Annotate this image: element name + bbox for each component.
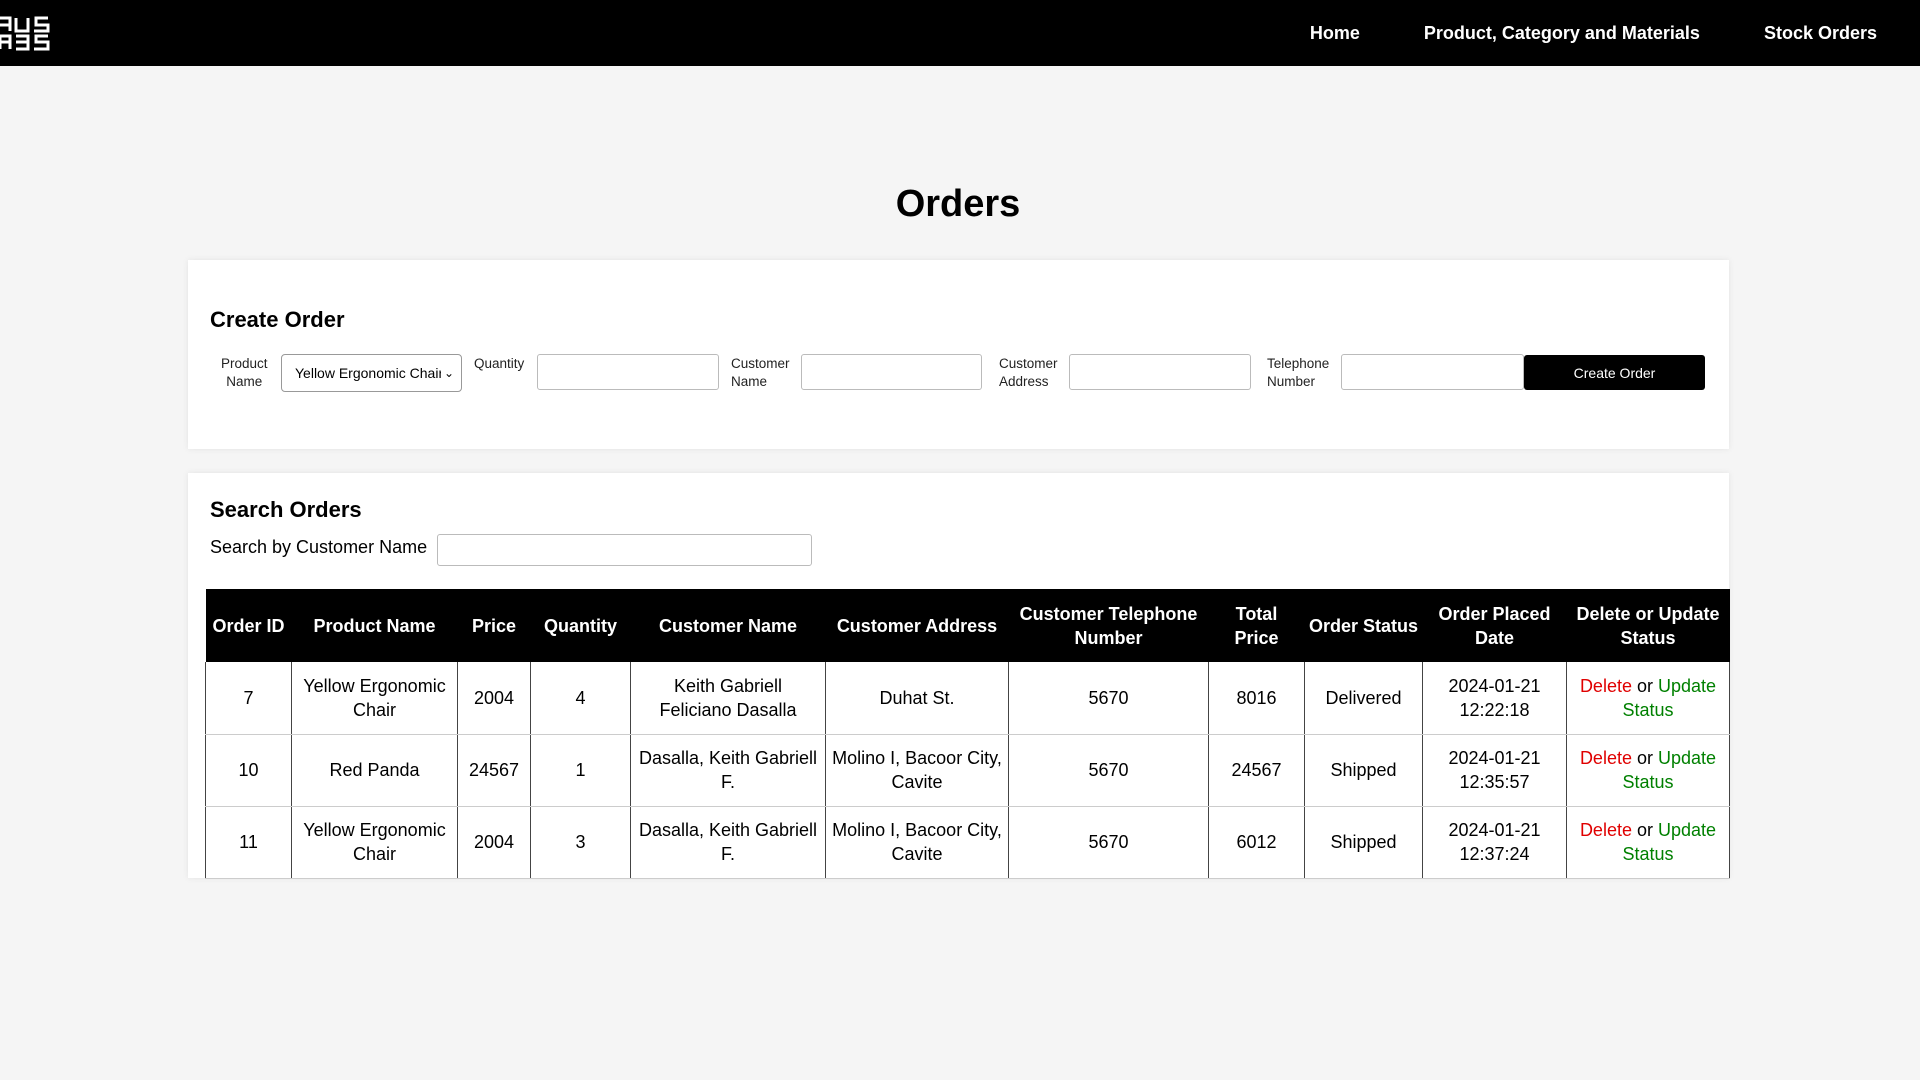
cell-customer-address: Duhat St. (825, 662, 1009, 735)
cell-price: 2004 (457, 806, 531, 879)
header-order-date: Order Placed Date (1422, 589, 1567, 662)
logo[interactable] (0, 15, 72, 51)
search-input[interactable] (437, 534, 812, 566)
customer-name-label: Customer Name (731, 356, 790, 389)
table-row: 11 Yellow Ergonomic Chair 2004 3 Dasalla… (205, 806, 1730, 879)
cell-customer-address: Molino I, Bacoor City, Cavite (825, 734, 1009, 807)
cell-price: 24567 (457, 734, 531, 807)
create-order-card: Create Order Product Name Yellow Ergonom… (188, 260, 1729, 449)
cell-customer-name: Dasalla, Keith Gabriell F. (630, 806, 826, 879)
customer-name-input[interactable] (801, 354, 982, 390)
cell-product-name: Red Panda (291, 734, 458, 807)
create-order-title: Create Order (210, 307, 345, 332)
cell-quantity: 4 (530, 662, 631, 735)
search-orders-title: Search Orders (210, 497, 362, 522)
cell-total-price: 6012 (1208, 806, 1305, 879)
header-order-id: Order ID (205, 589, 292, 662)
product-name-label: Product Name (221, 356, 268, 389)
quantity-label: Quantity (474, 356, 525, 371)
cell-total-price: 24567 (1208, 734, 1305, 807)
cell-order-id: 7 (205, 662, 292, 735)
page-title: Orders (895, 183, 1021, 225)
cell-order-date: 2024-01-21 12:35:57 (1422, 734, 1567, 807)
header-total-price: Total Price (1208, 589, 1305, 662)
orders-table: Order ID Product Name Price Quantity Cus… (205, 589, 1730, 879)
cell-price: 2004 (457, 662, 531, 735)
header-order-status: Order Status (1304, 589, 1423, 662)
chevron-down-icon: ⌄ (441, 355, 457, 391)
create-order-button[interactable]: Create Order (1524, 355, 1705, 390)
header-customer-address: Customer Address (825, 589, 1009, 662)
header-price: Price (457, 589, 531, 662)
or-text: or (1636, 675, 1653, 696)
cell-order-id: 11 (205, 806, 292, 879)
cell-telephone: 5670 (1008, 806, 1209, 879)
cell-order-date: 2024-01-21 12:37:24 (1422, 806, 1567, 879)
cell-quantity: 1 (530, 734, 631, 807)
table-row: 7 Yellow Ergonomic Chair 2004 4 Keith Ga… (205, 662, 1730, 735)
header-actions: Delete or Update Status (1566, 589, 1730, 662)
search-label: Search by Customer Name (210, 537, 428, 557)
delete-link[interactable]: Delete (1580, 676, 1632, 696)
customer-address-input[interactable] (1069, 354, 1251, 390)
cell-order-status: Delivered (1304, 662, 1423, 735)
table-row: 10 Red Panda 24567 1 Dasalla, Keith Gabr… (205, 734, 1730, 807)
header-customer-telephone: Customer Telephone Number (1008, 589, 1209, 662)
cell-customer-name: Dasalla, Keith Gabriell F. (630, 734, 826, 807)
cell-product-name: Yellow Ergonomic Chair (291, 662, 458, 735)
table-header-row: Order ID Product Name Price Quantity Cus… (205, 589, 1730, 662)
customer-address-label: Customer Address (999, 356, 1058, 389)
header-product-name: Product Name (291, 589, 458, 662)
cell-actions: Delete or Update Status (1566, 662, 1730, 735)
cell-order-id: 10 (205, 734, 292, 807)
cell-product-name: Yellow Ergonomic Chair (291, 806, 458, 879)
delete-link[interactable]: Delete (1580, 748, 1632, 768)
product-name-select[interactable]: Yellow Ergonomic Chair ⌄ (281, 354, 462, 392)
cell-total-price: 8016 (1208, 662, 1305, 735)
telephone-label: Telephone Number (1267, 356, 1330, 389)
search-orders-card: Search Orders Search by Customer Name Or… (188, 473, 1730, 879)
cell-customer-name: Keith Gabriell Feliciano Dasalla (630, 662, 826, 735)
telephone-input[interactable] (1341, 354, 1524, 390)
cell-telephone: 5670 (1008, 734, 1209, 807)
cell-order-status: Shipped (1304, 806, 1423, 879)
navbar: Home Product, Category and Materials Sto… (0, 0, 1920, 66)
delete-link[interactable]: Delete (1580, 820, 1632, 840)
cell-order-status: Shipped (1304, 734, 1423, 807)
quantity-input[interactable] (537, 354, 719, 390)
header-quantity: Quantity (530, 589, 631, 662)
cell-telephone: 5670 (1008, 662, 1209, 735)
nav-products[interactable]: Product, Category and Materials (1424, 23, 1700, 44)
or-text: or (1636, 820, 1653, 840)
or-text: or (1636, 748, 1653, 768)
cell-actions: Delete or Update Status (1566, 734, 1730, 807)
nav-home[interactable]: Home (1310, 23, 1360, 44)
header-customer-name: Customer Name (630, 589, 826, 662)
cell-customer-address: Molino I, Bacoor City, Cavite (825, 806, 1009, 879)
cell-quantity: 3 (530, 806, 631, 879)
cell-order-date: 2024-01-21 12:22:18 (1422, 662, 1567, 735)
nav-links: Home Product, Category and Materials Sto… (1246, 23, 1877, 44)
nav-stock-orders[interactable]: Stock Orders (1764, 23, 1877, 44)
cell-actions: Delete or Update Status (1566, 806, 1730, 879)
